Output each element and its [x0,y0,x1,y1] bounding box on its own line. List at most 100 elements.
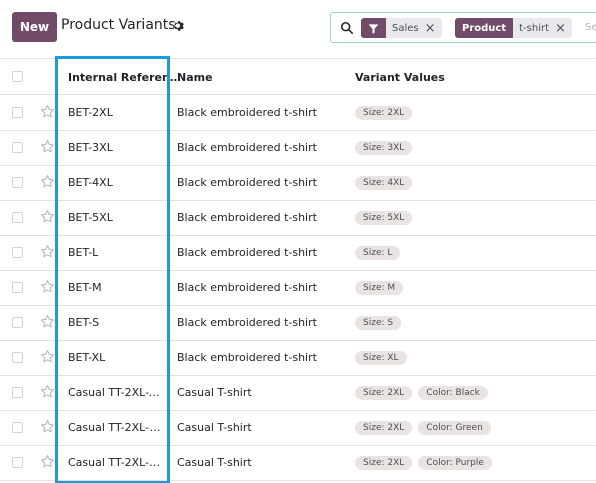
internal-reference-cell: BET-M [68,281,102,294]
gear-icon[interactable] [173,20,185,32]
product-facet[interactable]: Product t-shirt × [455,18,572,38]
row-checkbox[interactable] [12,177,23,188]
star-icon[interactable] [40,384,55,399]
variant-values-cell: Size: M [355,281,404,295]
column-header-variant-values[interactable]: Variant Values [355,71,445,84]
star-icon[interactable] [40,279,55,294]
table-row[interactable]: BET-L Black embroidered t-shirt Size: L [0,236,596,271]
name-cell: Black embroidered t-shirt [177,176,317,189]
column-header-name[interactable]: Name [177,71,213,84]
table-row[interactable]: BET-XL Black embroidered t-shirt Size: XL [0,341,596,376]
row-checkbox[interactable] [12,142,23,153]
variant-tag: Size: M [355,281,404,295]
variant-tag: Color: Black [418,386,488,400]
star-icon[interactable] [40,244,55,259]
row-checkbox[interactable] [12,282,23,293]
variant-tag: Color: Green [418,421,491,435]
internal-reference-cell: BET-4XL [68,176,113,189]
remove-facet-icon[interactable]: × [425,21,436,36]
row-checkbox[interactable] [12,212,23,223]
control-panel: New Product Variants Sales × Product t-s… [0,0,596,56]
name-cell: Black embroidered t-shirt [177,246,317,259]
internal-reference-cell: BET-L [68,246,99,259]
variant-values-cell: Size: 2XL Color: Black [355,386,488,400]
table-row[interactable]: BET-M Black embroidered t-shirt Size: M [0,271,596,306]
name-cell: Black embroidered t-shirt [177,281,317,294]
internal-reference-cell: BET-5XL [68,211,113,224]
select-all-checkbox[interactable] [12,71,23,82]
search-input[interactable]: Se [585,22,596,33]
star-icon[interactable] [40,104,55,119]
variant-tag: Color: Purple [418,456,492,470]
table-row[interactable]: BET-5XL Black embroidered t-shirt Size: 5X… [0,201,596,236]
row-checkbox[interactable] [12,107,23,118]
variant-values-cell: Size: 4XL [355,176,413,190]
variant-tag: Size: 4XL [355,176,413,190]
table-row[interactable]: BET-2XL Black embroidered t-shirt Size: 2X… [0,96,596,131]
product-facet-label: Product [455,18,514,38]
page-title: Product Variants [61,17,176,33]
table-row[interactable]: Casual TT-2XL-P… Casual T-shirt Size: 2XL C… [0,446,596,481]
new-button[interactable]: New [12,12,57,42]
variant-tag: Size: 2XL [355,421,413,435]
name-cell: Casual T-shirt [177,421,252,434]
internal-reference-cell: Casual TT-2XL-P… [68,456,166,469]
name-cell: Black embroidered t-shirt [177,351,317,364]
internal-reference-cell: BET-S [68,316,100,329]
row-checkbox[interactable] [12,457,23,468]
variant-values-cell: Size: L [355,246,401,260]
filter-facet[interactable]: Sales × [361,18,442,38]
variant-tag: Size: 5XL [355,211,413,225]
internal-reference-cell: Casual TT-2XL-Bl… [68,386,166,399]
table-row[interactable]: Casual TT-2XL-Bl… Casual T-shirt Size: 2XL… [0,376,596,411]
star-icon[interactable] [40,174,55,189]
star-icon[interactable] [40,314,55,329]
filter-facet-value: Sales [392,22,419,34]
row-checkbox[interactable] [12,247,23,258]
table-row[interactable]: BET-S Black embroidered t-shirt Size: S [0,306,596,341]
name-cell: Casual T-shirt [177,456,252,469]
variant-tag: Size: L [355,246,401,260]
row-checkbox[interactable] [12,317,23,328]
name-cell: Black embroidered t-shirt [177,106,317,119]
variant-values-cell: Size: 2XL Color: Purple [355,456,492,470]
variant-values-cell: Size: 2XL [355,106,413,120]
internal-reference-cell: BET-3XL [68,141,113,154]
row-checkbox[interactable] [12,387,23,398]
internal-reference-cell: BET-2XL [68,106,113,119]
filter-facet-label [361,18,386,38]
star-icon[interactable] [40,454,55,469]
variant-values-cell: Size: 5XL [355,211,413,225]
variant-tag: Size: 3XL [355,141,413,155]
row-checkbox[interactable] [12,422,23,433]
name-cell: Casual T-shirt [177,386,252,399]
star-icon[interactable] [40,349,55,364]
name-cell: Black embroidered t-shirt [177,211,317,224]
variant-tag: Size: 2XL [355,456,413,470]
filter-icon [368,23,379,34]
table-header: Internal Referen… Name Variant Values [0,58,596,95]
variant-values-cell: Size: 2XL Color: Green [355,421,491,435]
variant-values-cell: Size: XL [355,351,407,365]
star-icon[interactable] [40,139,55,154]
name-cell: Black embroidered t-shirt [177,141,317,154]
column-header-internal-reference[interactable]: Internal Referen… [68,71,181,84]
name-cell: Black embroidered t-shirt [177,316,317,329]
table-row[interactable]: BET-4XL Black embroidered t-shirt Size: 4X… [0,166,596,201]
search-bar[interactable]: Sales × Product t-shirt × Se [330,12,596,43]
product-facet-value: t-shirt [519,22,550,34]
star-icon[interactable] [40,209,55,224]
remove-facet-icon[interactable]: × [555,21,566,36]
table-row[interactable]: Casual TT-2XL-G… Casual T-shirt Size: 2XL C… [0,411,596,446]
star-icon[interactable] [40,419,55,434]
variant-tag: Size: XL [355,351,407,365]
variant-values-cell: Size: S [355,316,402,330]
row-checkbox[interactable] [12,352,23,363]
table-row[interactable]: BET-3XL Black embroidered t-shirt Size: 3X… [0,131,596,166]
internal-reference-cell: Casual TT-2XL-G… [68,421,166,434]
variant-tag: Size: 2XL [355,106,413,120]
internal-reference-cell: BET-XL [68,351,106,364]
search-icon[interactable] [340,21,354,35]
variant-tag: Size: S [355,316,402,330]
variant-values-cell: Size: 3XL [355,141,413,155]
